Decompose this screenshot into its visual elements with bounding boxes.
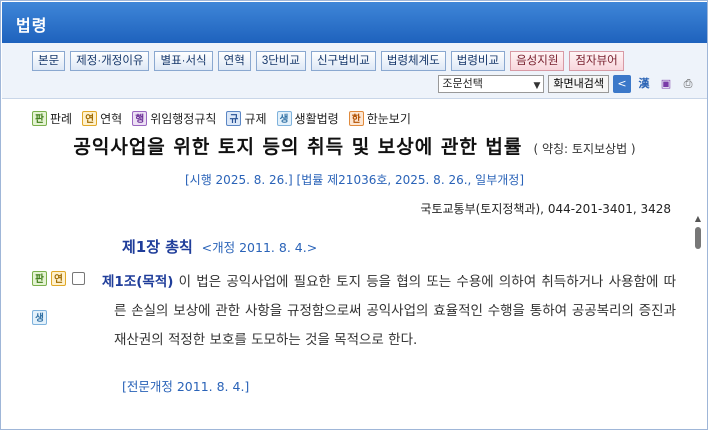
article-badges: 판 연 — [32, 271, 85, 286]
law-abbreviation: ( 약칭: 토지보상법 ) — [533, 142, 636, 156]
article-title: 제1조(목적) — [102, 274, 174, 290]
legend-delegated-rules[interactable]: 행 위임행정규칙 — [132, 110, 216, 127]
full-revision-note[interactable]: [전문개정 2011. 8. 4.] — [122, 376, 249, 395]
article-select-value: 조문선택 — [442, 77, 483, 90]
chapter-title: 제1장 총칙 — [122, 238, 193, 256]
law-title-text: 공익사업을 위한 토지 등의 취득 및 보상에 관한 법률 — [73, 136, 523, 158]
tool-row: 조문선택 ▼ 화면내검색 < 漢 ▣ ⎙ — [438, 75, 697, 93]
delegated-rules-badge: 행 — [132, 111, 148, 126]
in-page-search-button[interactable]: 화면내검색 — [548, 75, 609, 93]
law-viewer-window: 법령 본문 제정·개정이유 별표·서식 연혁 3단비교 신구법비교 법령체계도 … — [0, 0, 708, 430]
icon-legend: 판 판례 연 연혁 행 위임행정규칙 규 규제 생 생활법령 한 한눈보기 — [32, 110, 411, 127]
precedent-badge: 판 — [32, 111, 47, 126]
history-badge[interactable]: 연 — [51, 271, 66, 286]
legend-label: 위임행정규칙 — [150, 112, 217, 126]
ministry-contact: 국토교통부(토지정책과), 044-201-3401, 3428 — [420, 202, 671, 216]
life-law-badge[interactable]: 생 — [32, 310, 47, 325]
article-select[interactable]: 조문선택 ▼ — [438, 75, 545, 93]
braille-viewer-button[interactable]: 점자뷰어 — [569, 51, 624, 71]
enforcement-info[interactable]: [시행 2025. 8. 26.] [법률 제21036호, 2025. 8. … — [2, 171, 707, 188]
chapter-amend-note[interactable]: <개정 2011. 8. 4.> — [202, 240, 318, 255]
vertical-scrollbar[interactable]: ▲ — [693, 215, 703, 430]
scroll-thumb[interactable] — [695, 227, 701, 249]
title-bar: 법령 — [2, 2, 707, 43]
law-structure-button[interactable]: 법령체계도 — [380, 51, 446, 71]
overview-badge: 한 — [348, 111, 364, 126]
main-text-button[interactable]: 본문 — [32, 51, 66, 71]
law-compare-button[interactable]: 법령비교 — [450, 51, 506, 71]
law-title: 공익사업을 위한 토지 등의 취득 및 보상에 관한 법률 ( 약칭: 토지보상… — [2, 132, 707, 159]
precedent-badge[interactable]: 판 — [32, 271, 47, 286]
article-paragraph: 제1조(목적) 이 법은 공익사업에 필요한 토지 등을 협의 또는 수용에 의… — [102, 268, 676, 355]
app-title: 법령 — [16, 16, 48, 35]
chapter-heading: 제1장 총칙 <개정 2011. 8. 4.> — [122, 236, 317, 257]
article-life-badge-wrap: 생 — [32, 306, 47, 325]
voice-support-button[interactable]: 음성지원 — [510, 51, 565, 71]
legend-label: 규제 — [244, 112, 267, 126]
scroll-up-icon[interactable]: ▲ — [693, 215, 703, 223]
life-law-badge: 생 — [276, 111, 292, 126]
legend-regulation[interactable]: 규 규제 — [226, 110, 267, 127]
chevron-down-icon: ▼ — [533, 81, 541, 91]
appendix-forms-button[interactable]: 별표·서식 — [154, 51, 213, 71]
old-new-compare-button[interactable]: 신구법비교 — [310, 51, 376, 71]
legend-label: 생활법령 — [294, 112, 339, 126]
legend-label: 연혁 — [100, 112, 123, 126]
history-badge: 연 — [82, 111, 98, 126]
article-checkbox[interactable] — [72, 272, 85, 285]
save-icon[interactable]: ▣ — [657, 75, 675, 93]
share-icon[interactable]: < — [613, 75, 631, 93]
regulation-badge: 규 — [226, 111, 242, 126]
view-button-row: 본문 제정·개정이유 별표·서식 연혁 3단비교 신구법비교 법령체계도 법령비… — [32, 51, 624, 71]
legend-life-law[interactable]: 생 생활법령 — [276, 110, 339, 127]
toolbar: 본문 제정·개정이유 별표·서식 연혁 3단비교 신구법비교 법령체계도 법령비… — [2, 43, 707, 99]
article-text: 제1조(목적) 이 법은 공익사업에 필요한 토지 등을 협의 또는 수용에 의… — [102, 268, 676, 355]
three-way-compare-button[interactable]: 3단비교 — [255, 51, 306, 71]
law-content: 판 판례 연 연혁 행 위임행정규칙 규 규제 생 생활법령 한 한눈보기 공익… — [2, 100, 707, 430]
legend-precedent[interactable]: 판 판례 — [32, 110, 72, 127]
amendment-reason-button[interactable]: 제정·개정이유 — [70, 51, 150, 71]
history-button[interactable]: 연혁 — [217, 51, 251, 71]
legend-history[interactable]: 연 연혁 — [82, 110, 122, 127]
article-body: 이 법은 공익사업에 필요한 토지 등을 협의 또는 수용에 의하여 취득하거나… — [114, 274, 676, 348]
legend-label: 판례 — [50, 112, 73, 126]
hanja-icon[interactable]: 漢 — [635, 75, 653, 93]
legend-label: 한눈보기 — [366, 112, 411, 126]
print-icon[interactable]: ⎙ — [679, 75, 697, 93]
legend-overview[interactable]: 한 한눈보기 — [348, 110, 411, 127]
